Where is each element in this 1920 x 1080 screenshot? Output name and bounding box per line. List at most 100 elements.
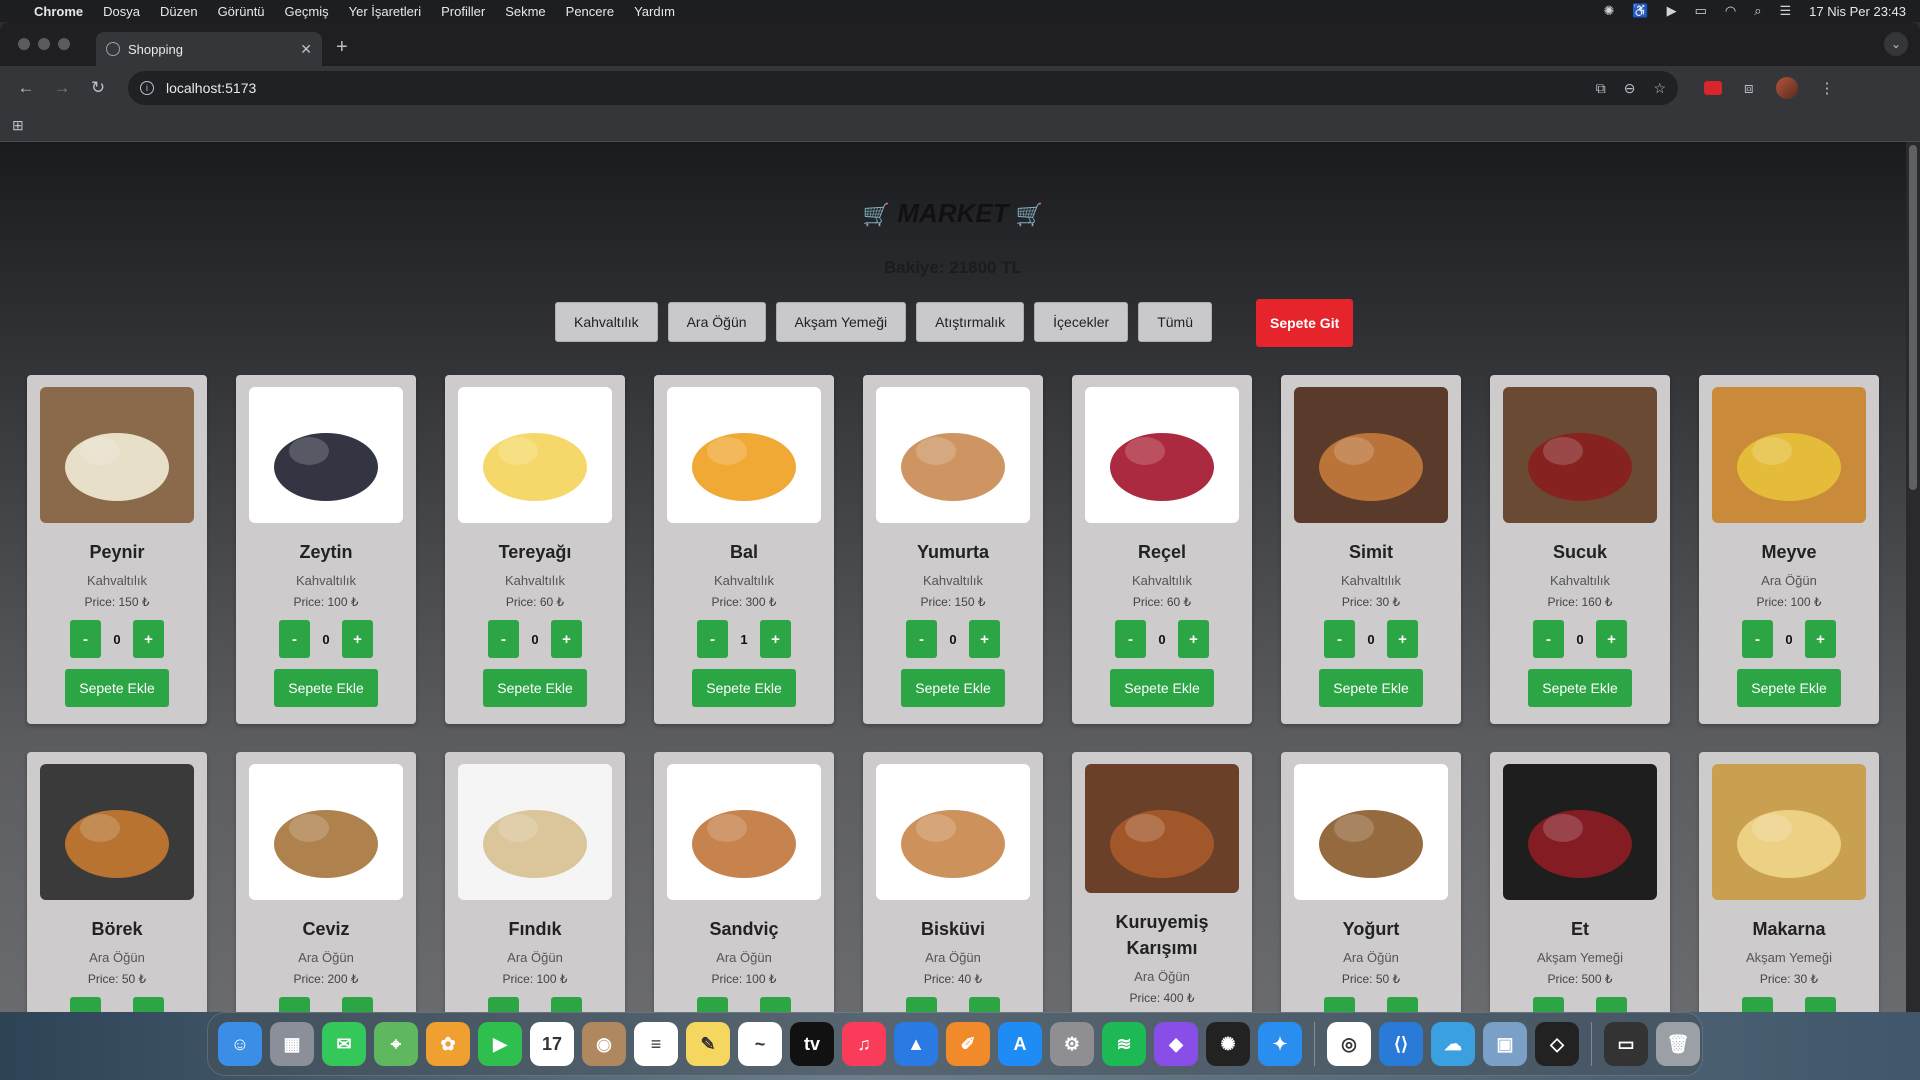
add-to-cart-button[interactable]: Sepete Ekle xyxy=(901,669,1005,707)
menu-goruntu[interactable]: Görüntü xyxy=(218,4,265,19)
increase-quantity-button[interactable]: + xyxy=(1178,620,1209,658)
accessibility-icon[interactable]: ♿ xyxy=(1632,3,1648,19)
new-tab-button[interactable]: + xyxy=(336,36,348,59)
decrease-quantity-button[interactable]: - xyxy=(1324,997,1355,1012)
notes-icon[interactable]: ✎ xyxy=(686,1022,730,1066)
back-arrow-icon[interactable]: ← xyxy=(12,78,40,98)
chrome-icon[interactable]: ◎ xyxy=(1327,1022,1371,1066)
decrease-quantity-button[interactable]: - xyxy=(906,997,937,1012)
decrease-quantity-button[interactable]: - xyxy=(1115,620,1146,658)
reload-icon[interactable]: ↻ xyxy=(84,78,112,98)
decrease-quantity-button[interactable]: - xyxy=(279,620,310,658)
appstore-icon[interactable]: A xyxy=(998,1022,1042,1066)
decrease-quantity-button[interactable]: - xyxy=(1533,620,1564,658)
decrease-quantity-button[interactable]: - xyxy=(906,620,937,658)
unity-icon[interactable]: ◇ xyxy=(1535,1022,1579,1066)
spotify-icon[interactable]: ≋ xyxy=(1102,1022,1146,1066)
filter-atistirmalik[interactable]: Atıştırmalık xyxy=(916,302,1025,342)
increase-quantity-button[interactable]: + xyxy=(1596,620,1627,658)
network-icon[interactable]: ☁ xyxy=(1431,1022,1475,1066)
tv-icon[interactable]: tv xyxy=(790,1022,834,1066)
bookmark-star-icon[interactable]: ☆ xyxy=(1653,80,1666,97)
address-bar[interactable]: i localhost:5173 ⧉ ⊖ ☆ xyxy=(128,71,1678,105)
site-info-icon[interactable]: i xyxy=(140,81,154,95)
decrease-quantity-button[interactable]: - xyxy=(488,997,519,1012)
menubar-clock[interactable]: 17 Nis Per 23:43 xyxy=(1809,4,1906,19)
tab-search-button[interactable]: ⌄ xyxy=(1884,32,1908,56)
messages-icon[interactable]: ✉ xyxy=(322,1022,366,1066)
chatgpt-icon[interactable]: ✺ xyxy=(1206,1022,1250,1066)
launchpad-icon[interactable]: ▦ xyxy=(270,1022,314,1066)
add-to-cart-button[interactable]: Sepete Ekle xyxy=(1737,669,1841,707)
safari-icon[interactable]: ✦ xyxy=(1258,1022,1302,1066)
filter-kahvaltilik[interactable]: Kahvaltılık xyxy=(555,302,658,342)
decrease-quantity-button[interactable]: - xyxy=(697,997,728,1012)
filter-aksam-yemegi[interactable]: Akşam Yemeği xyxy=(775,302,907,342)
music-icon[interactable]: ♫ xyxy=(842,1022,886,1066)
close-tab-icon[interactable]: ✕ xyxy=(300,41,312,58)
keynote-icon[interactable]: ▲ xyxy=(894,1022,938,1066)
increase-quantity-button[interactable]: + xyxy=(551,620,582,658)
add-to-cart-button[interactable]: Sepete Ekle xyxy=(692,669,796,707)
vscode-icon[interactable]: ⟨⟩ xyxy=(1379,1022,1423,1066)
increase-quantity-button[interactable]: + xyxy=(342,620,373,658)
filter-ara-ogun[interactable]: Ara Öğün xyxy=(667,302,766,342)
extensions-puzzle-icon[interactable]: ⧈ xyxy=(1744,80,1754,97)
play-icon[interactable]: ▶ xyxy=(1667,3,1677,19)
spotlight-search-icon[interactable]: ⌕ xyxy=(1754,3,1761,19)
increase-quantity-button[interactable]: + xyxy=(342,997,373,1012)
add-to-cart-button[interactable]: Sepete Ekle xyxy=(274,669,378,707)
close-window-button[interactable] xyxy=(18,38,30,50)
control-center-icon[interactable]: ☰ xyxy=(1780,3,1792,19)
translate-icon[interactable]: ⧉ xyxy=(1596,80,1606,97)
increase-quantity-button[interactable]: + xyxy=(760,997,791,1012)
battery-icon[interactable]: ▭ xyxy=(1695,3,1707,19)
page-scrollbar[interactable] xyxy=(1906,142,1920,1012)
add-to-cart-button[interactable]: Sepete Ekle xyxy=(1319,669,1423,707)
menu-profiller[interactable]: Profiller xyxy=(441,4,485,19)
decrease-quantity-button[interactable]: - xyxy=(1533,997,1564,1012)
menu-gecmis[interactable]: Geçmiş xyxy=(285,4,329,19)
decrease-quantity-button[interactable]: - xyxy=(1324,620,1355,658)
zoom-window-button[interactable] xyxy=(58,38,70,50)
contacts-icon[interactable]: ◉ xyxy=(582,1022,626,1066)
menu-yer-isaretleri[interactable]: Yer İşaretleri xyxy=(349,4,422,19)
menu-duzen[interactable]: Düzen xyxy=(160,4,198,19)
maps-icon[interactable]: ⌖ xyxy=(374,1022,418,1066)
facetime-icon[interactable]: ▶ xyxy=(478,1022,522,1066)
apps-grid-icon[interactable]: ⊞ xyxy=(12,117,24,134)
increase-quantity-button[interactable]: + xyxy=(1387,997,1418,1012)
decrease-quantity-button[interactable]: - xyxy=(1742,997,1773,1012)
github-icon[interactable]: ◆ xyxy=(1154,1022,1198,1066)
menu-app[interactable]: Chrome xyxy=(34,4,83,19)
go-to-cart-button[interactable]: Sepete Git xyxy=(1256,299,1354,347)
forward-arrow-icon[interactable]: → xyxy=(48,78,76,98)
increase-quantity-button[interactable]: + xyxy=(1387,620,1418,658)
increase-quantity-button[interactable]: + xyxy=(133,620,164,658)
extension-red-icon[interactable] xyxy=(1704,81,1722,95)
menu-sekme[interactable]: Sekme xyxy=(505,4,545,19)
decrease-quantity-button[interactable]: - xyxy=(70,620,101,658)
preview-icon[interactable]: ▣ xyxy=(1483,1022,1527,1066)
zoom-icon[interactable]: ⊖ xyxy=(1624,80,1636,97)
decrease-quantity-button[interactable]: - xyxy=(697,620,728,658)
minimize-window-button[interactable] xyxy=(38,38,50,50)
increase-quantity-button[interactable]: + xyxy=(969,997,1000,1012)
wifi-icon[interactable]: ◠ xyxy=(1725,3,1736,19)
add-to-cart-button[interactable]: Sepete Ekle xyxy=(65,669,169,707)
increase-quantity-button[interactable]: + xyxy=(1805,620,1836,658)
decrease-quantity-button[interactable]: - xyxy=(70,997,101,1012)
menu-dosya[interactable]: Dosya xyxy=(103,4,140,19)
filter-tumu[interactable]: Tümü xyxy=(1138,302,1212,342)
increase-quantity-button[interactable]: + xyxy=(133,997,164,1012)
pages-icon[interactable]: ✐ xyxy=(946,1022,990,1066)
menu-yardim[interactable]: Yardım xyxy=(634,4,675,19)
increase-quantity-button[interactable]: + xyxy=(1596,997,1627,1012)
add-to-cart-button[interactable]: Sepete Ekle xyxy=(483,669,587,707)
url-text[interactable]: localhost:5173 xyxy=(166,80,1596,96)
tab-shopping[interactable]: Shopping ✕ xyxy=(96,32,322,66)
menu-pencere[interactable]: Pencere xyxy=(566,4,614,19)
profile-avatar[interactable] xyxy=(1775,77,1798,99)
settings-icon[interactable]: ⚙ xyxy=(1050,1022,1094,1066)
openai-status-icon[interactable]: ✺ xyxy=(1603,3,1614,19)
